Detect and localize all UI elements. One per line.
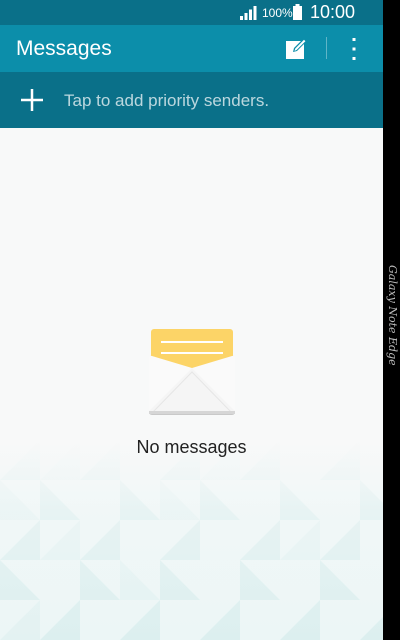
action-bar: Messages	[0, 25, 383, 72]
add-priority-senders-row[interactable]: Tap to add priority senders.	[0, 72, 383, 128]
messages-screen: 100% 10:00 Messages Tap to add priority …	[0, 0, 383, 640]
envelope-icon	[149, 329, 235, 415]
priority-senders-label: Tap to add priority senders.	[64, 91, 270, 110]
battery-full-icon	[293, 4, 302, 20]
signal-bars-icon	[240, 6, 257, 20]
battery-percent: 100%	[262, 6, 293, 20]
message-list-area: No messages	[0, 128, 383, 640]
compose-icon[interactable]	[284, 37, 310, 61]
app-title: Messages	[16, 37, 112, 60]
plus-icon	[21, 89, 43, 111]
edge-panel-label: Galaxy Note Edge	[386, 265, 399, 366]
more-vert-icon[interactable]	[342, 35, 366, 63]
status-bar: 100% 10:00	[0, 0, 383, 25]
empty-state-label: No messages	[136, 437, 247, 457]
edge-panel-text: Galaxy Note Edge	[384, 265, 400, 385]
action-bar-divider	[326, 37, 327, 59]
status-clock: 10:00	[310, 2, 356, 22]
background-pattern	[0, 440, 383, 640]
